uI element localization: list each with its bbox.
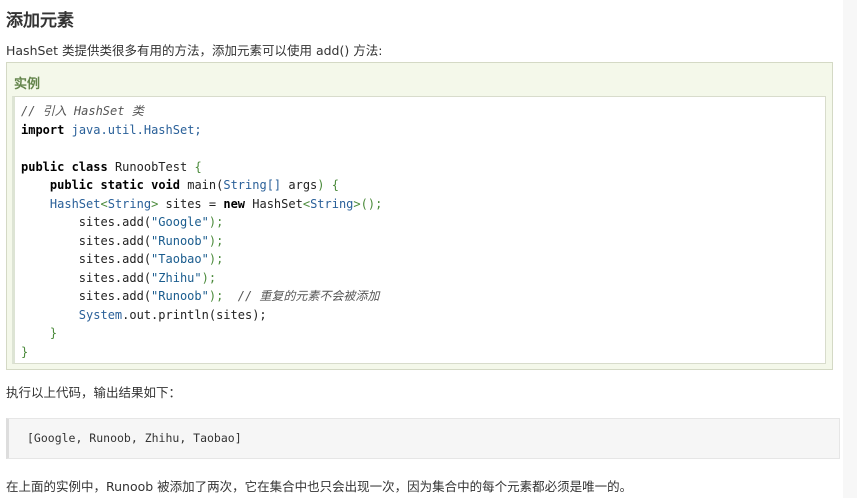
code-string: "Zhihu" xyxy=(151,270,202,285)
code-call: sites.add( xyxy=(78,289,152,303)
code-call: sites.add( xyxy=(78,233,152,248)
code-call: sites.add( xyxy=(78,215,152,229)
code-punct: ); xyxy=(208,215,224,229)
code-punct: >(); xyxy=(353,196,383,211)
code-brace: ) { xyxy=(317,178,339,192)
code-package: java.util.HashSet; xyxy=(71,122,202,137)
code-punct: < xyxy=(302,196,311,211)
code-comment: // 重复的元素不会被添加 xyxy=(237,289,380,303)
intro-text: HashSet 类提供类很多有用的方法，添加元素可以使用 add() 方法: xyxy=(6,43,383,58)
example-label: 实例 xyxy=(14,77,41,92)
output-label: 执行以上代码，输出结果如下： xyxy=(6,385,182,400)
code-line: HashSet<String> sites = new HashSet<Stri… xyxy=(21,195,825,214)
code-line: sites.add("Runoob"); // 重复的元素不会被添加 xyxy=(21,287,825,306)
code-keyword: void xyxy=(151,178,180,192)
code-class-name: RunoobTest xyxy=(114,159,188,174)
code-line: public class RunoobTest { xyxy=(21,158,825,177)
code-line: // 引入 HashSet 类 xyxy=(21,102,825,121)
code-line: public static void main(String[] args) { xyxy=(21,176,825,195)
code-type: System xyxy=(78,307,123,322)
example-box: 实例 // 引入 HashSet 类 import java.util.Hash… xyxy=(6,62,833,370)
code-line: sites.add("Zhihu"); xyxy=(21,269,825,288)
code-punct: ); xyxy=(208,252,224,266)
code-type: HashSet xyxy=(49,196,101,211)
code-method: main( xyxy=(187,178,224,192)
code-call: sites.add( xyxy=(78,252,152,266)
code-string: "Google" xyxy=(151,215,209,229)
code-line: System.out.println(sites); xyxy=(21,306,825,325)
code-string: "Runoob" xyxy=(151,233,209,248)
code-punct: ); xyxy=(208,233,224,248)
code-punct: ); xyxy=(208,289,224,303)
code-var: sites = xyxy=(158,196,224,211)
code-keyword: public xyxy=(49,178,94,192)
scrollbar-track[interactable] xyxy=(843,0,857,498)
code-string: "Runoob" xyxy=(151,289,209,303)
code-comment: // 引入 HashSet 类 xyxy=(21,104,144,118)
code-line: sites.add("Taobao"); xyxy=(21,250,825,269)
page: 添加元素 HashSet 类提供类很多有用的方法，添加元素可以使用 add() … xyxy=(0,0,857,498)
code-keyword: public xyxy=(21,159,65,174)
code-line: } xyxy=(21,324,825,343)
code-keyword: class xyxy=(71,159,108,174)
code-call: sites.add( xyxy=(78,270,152,285)
code-line: } xyxy=(21,343,825,362)
code-string: "Taobao" xyxy=(151,252,209,266)
code-call: .out.println(sites); xyxy=(122,307,267,322)
code-param: args xyxy=(281,178,318,192)
code-keyword: new xyxy=(223,196,246,211)
code-line: import java.util.HashSet; xyxy=(21,121,825,140)
code-type: String xyxy=(310,196,354,211)
code-ctor: HashSet xyxy=(245,196,303,211)
code-keyword: static xyxy=(100,178,144,192)
output-block: [Google, Runoob, Zhihu, Taobao] xyxy=(6,418,840,459)
code-line: sites.add("Runoob"); xyxy=(21,232,825,251)
code-keyword: import xyxy=(21,122,65,137)
code-type: String[] xyxy=(223,178,282,192)
code-block: // 引入 HashSet 类 import java.util.HashSet… xyxy=(12,96,826,364)
code-type: String xyxy=(107,196,152,211)
code-brace: { xyxy=(194,159,202,174)
code-punct: < xyxy=(100,196,108,211)
code-brace: } xyxy=(21,344,29,359)
code-brace: } xyxy=(49,326,58,340)
code-punct: ); xyxy=(201,270,217,285)
explanation-text: 在上面的实例中，Runoob 被添加了两次，它在集合中也只会出现一次，因为集合中… xyxy=(6,479,633,494)
code-line: sites.add("Google"); xyxy=(21,213,825,232)
page-title: 添加元素 xyxy=(6,11,74,31)
